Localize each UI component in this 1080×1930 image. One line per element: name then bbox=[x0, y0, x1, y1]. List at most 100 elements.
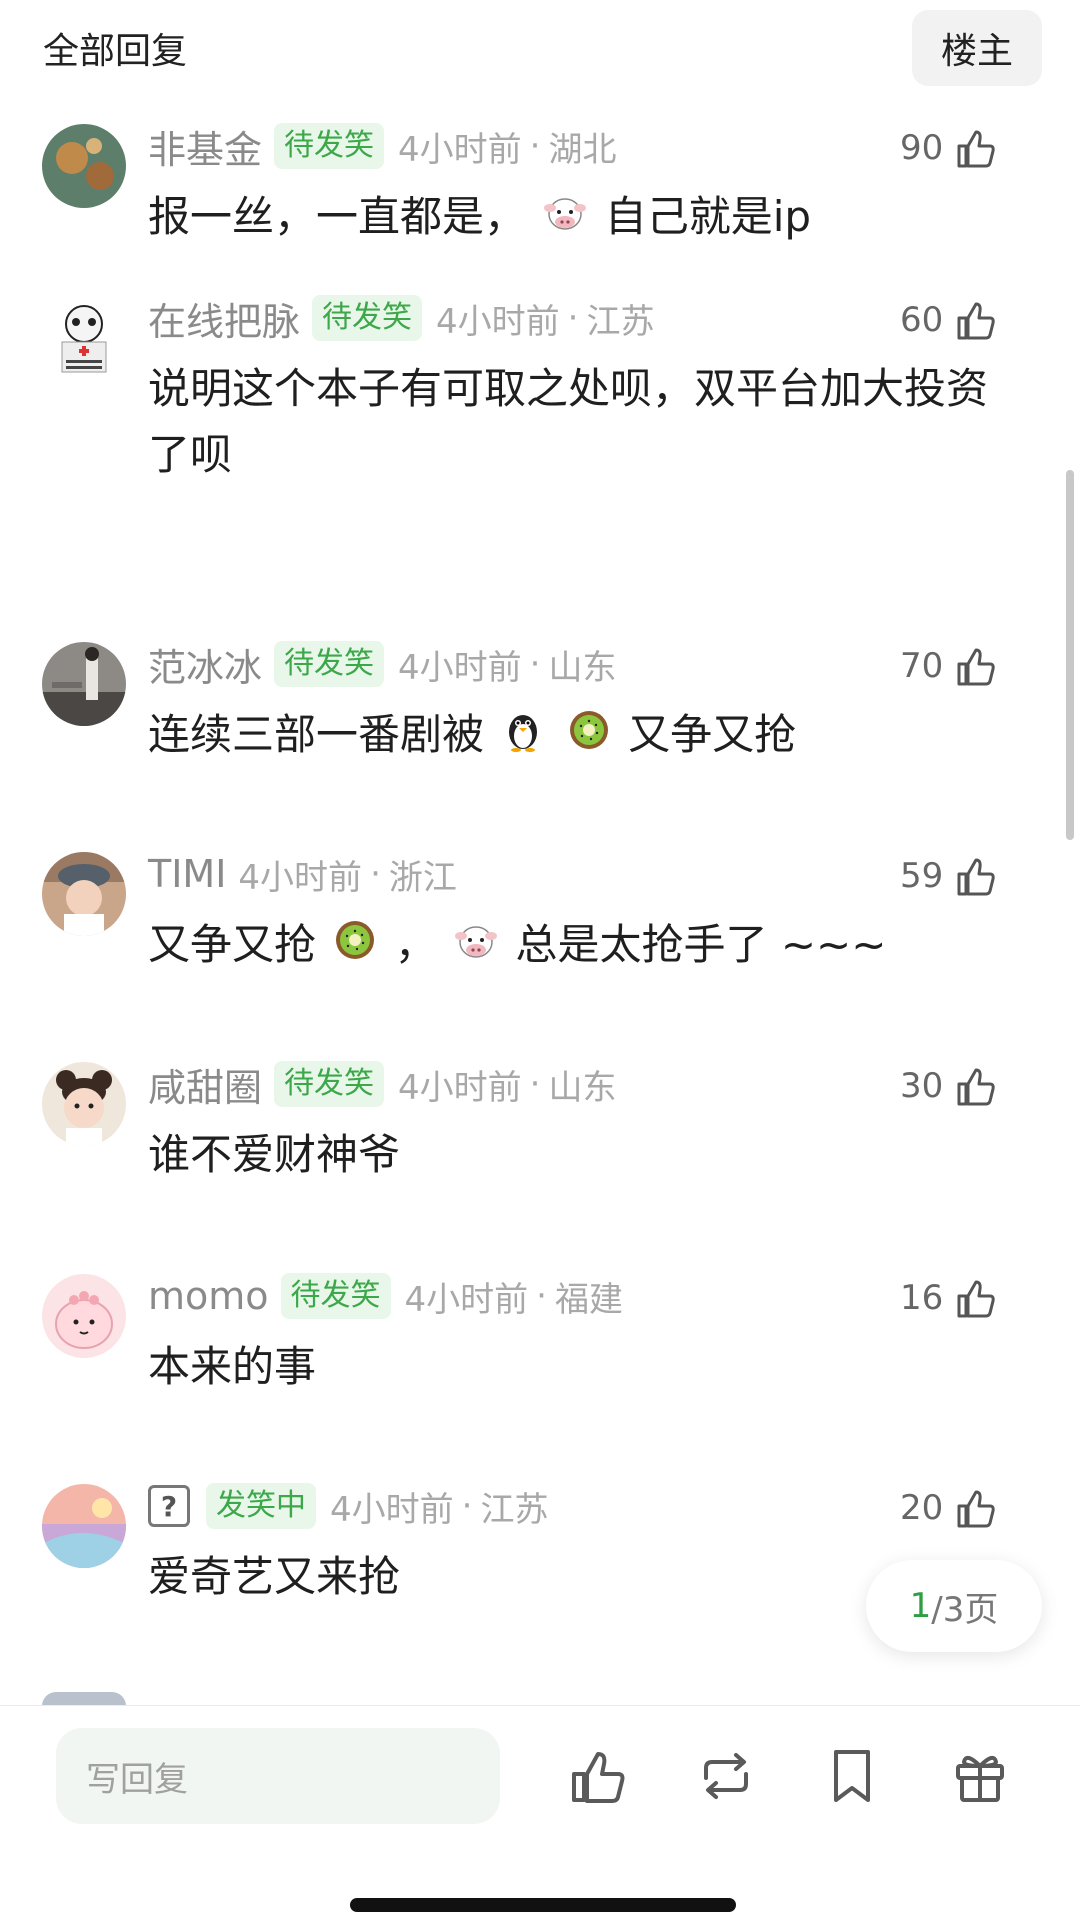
current-page: 1 bbox=[909, 1586, 932, 1626]
location: 江苏 bbox=[586, 301, 655, 342]
kiwi-emoji bbox=[567, 705, 611, 771]
bookmark-icon bbox=[834, 1750, 870, 1802]
location: 山东 bbox=[548, 1067, 617, 1108]
avatar[interactable] bbox=[42, 642, 126, 726]
unknown-user-icon[interactable]: ? bbox=[148, 1485, 190, 1527]
comment-item[interactable]: 范冰冰 待发笑 4小时前 · 山东 70 连续三部一番剧被 又争又抢 bbox=[0, 638, 1080, 778]
like-count: 30 bbox=[900, 1066, 944, 1106]
avatar[interactable] bbox=[42, 1274, 126, 1358]
penguin-emoji bbox=[501, 705, 545, 771]
comment-meta: momo 待发笑 4小时前 · 福建 bbox=[148, 1270, 623, 1322]
like-count: 70 bbox=[900, 646, 944, 686]
thumbs-up-icon bbox=[572, 1752, 625, 1803]
location: 福建 bbox=[554, 1279, 623, 1320]
separator-dot: · bbox=[536, 1276, 547, 1316]
scrollbar[interactable] bbox=[1066, 470, 1074, 840]
thumbs-up-icon bbox=[957, 130, 995, 168]
comment-item[interactable]: momo 待发笑 4小时前 · 福建 16 本来的事 bbox=[0, 1270, 1080, 1410]
gift-icon bbox=[956, 1755, 1004, 1802]
thumbs-up-icon bbox=[957, 1490, 995, 1528]
home-indicator[interactable] bbox=[350, 1898, 736, 1912]
like-count: 59 bbox=[900, 856, 944, 896]
location: 湖北 bbox=[548, 129, 617, 170]
like-button[interactable]: 60 bbox=[900, 292, 997, 348]
avatar[interactable] bbox=[42, 1484, 126, 1568]
status-badge: 待发笑 bbox=[312, 295, 423, 341]
comment-meta: TIMI 4小时前 · 浙江 bbox=[148, 848, 457, 900]
separator-dot: · bbox=[567, 298, 579, 338]
username[interactable]: 咸甜圈 bbox=[148, 1057, 262, 1112]
page-indicator[interactable]: 1/3页 bbox=[866, 1560, 1042, 1652]
kiwi-emoji bbox=[333, 915, 377, 981]
comment-text: 连续三部一番剧被 又争又抢 bbox=[148, 702, 1028, 771]
status-badge: 待发笑 bbox=[274, 641, 385, 687]
location: 江苏 bbox=[480, 1489, 549, 1530]
owner-only-button[interactable]: 楼主 bbox=[912, 10, 1042, 86]
like-button[interactable]: 20 bbox=[900, 1480, 997, 1536]
username[interactable]: 在线把脉 bbox=[148, 291, 300, 346]
status-badge: 待发笑 bbox=[274, 123, 385, 169]
status-badge: 待发笑 bbox=[280, 1273, 391, 1319]
all-replies-title: 全部回复 bbox=[43, 31, 188, 72]
header: 全部回复 楼主 bbox=[0, 0, 1080, 110]
repost-button[interactable] bbox=[694, 1744, 758, 1808]
avatar[interactable] bbox=[42, 124, 126, 208]
separator-dot: · bbox=[370, 854, 381, 894]
location: 山东 bbox=[548, 647, 617, 688]
like-count: 16 bbox=[900, 1278, 944, 1318]
timestamp: 4小时前 bbox=[404, 1279, 529, 1320]
text-segment: 又争又抢 bbox=[148, 920, 317, 969]
cow-face-emoji bbox=[454, 915, 498, 981]
comment-meta: 在线把脉 待发笑 4小时前 · 江苏 bbox=[148, 292, 654, 344]
like-button[interactable]: 30 bbox=[900, 1058, 997, 1114]
bottom-action-bar: 写回复 bbox=[0, 1705, 1080, 1930]
cow-face-emoji bbox=[543, 187, 587, 253]
comment-text: 又争又抢 ， 总是太抢手了 ~~~ bbox=[148, 912, 1028, 981]
avatar[interactable] bbox=[42, 1692, 126, 1706]
like-button[interactable]: 59 bbox=[900, 848, 997, 904]
total-pages: /3页 bbox=[931, 1589, 999, 1630]
comment-text: 谁不爱财神爷 bbox=[148, 1130, 401, 1179]
status-badge: 待发笑 bbox=[274, 1061, 385, 1107]
comment-item[interactable]: TIMI 4小时前 · 浙江 59 又争又抢 ， 总是太抢手了 ~~~ bbox=[0, 848, 1080, 988]
comment-text: 报一丝，一直都是， 自己就是ip bbox=[148, 184, 1028, 253]
comment-meta: 非基金 待发笑 4小时前 · 湖北 bbox=[148, 120, 616, 172]
comment-meta: ? 发笑中 4小时前 · 江苏 bbox=[148, 1480, 548, 1532]
repost-icon bbox=[704, 1753, 748, 1799]
like-button[interactable]: 16 bbox=[900, 1270, 997, 1326]
like-action-button[interactable] bbox=[566, 1744, 630, 1808]
gift-button[interactable] bbox=[948, 1744, 1012, 1808]
thumbs-up-icon bbox=[957, 858, 995, 896]
like-button[interactable]: 90 bbox=[900, 120, 997, 176]
timestamp: 4小时前 bbox=[398, 647, 522, 688]
comment-text: 本来的事 bbox=[148, 1342, 317, 1391]
text-segment: 总是太抢手了 ~~~ bbox=[515, 920, 887, 969]
like-count: 90 bbox=[900, 128, 944, 168]
like-count: 20 bbox=[900, 1488, 944, 1528]
comment-meta: 咸甜圈 待发笑 4小时前 · 山东 bbox=[148, 1058, 616, 1110]
username[interactable]: TIMI bbox=[148, 852, 226, 896]
comment-item[interactable]: 非基金 待发笑 4小时前 · 湖北 90 报一丝，一直都是， 自己就是ip bbox=[0, 120, 1080, 260]
timestamp: 4小时前 bbox=[398, 1067, 522, 1108]
comment-item[interactable]: 在线把脉 待发笑 4小时前 · 江苏 60 说明这个本子有可取之处呗，双平台加大… bbox=[0, 292, 1080, 492]
comment-item[interactable]: 咸甜圈 待发笑 4小时前 · 山东 30 谁不爱财神爷 bbox=[0, 1058, 1080, 1198]
reply-input[interactable]: 写回复 bbox=[56, 1728, 500, 1824]
like-button[interactable]: 70 bbox=[900, 638, 997, 694]
thumbs-up-icon bbox=[957, 648, 995, 686]
text-segment: 报一丝，一直都是， bbox=[148, 192, 527, 241]
timestamp: 4小时前 bbox=[238, 857, 363, 898]
timestamp: 4小时前 bbox=[330, 1489, 454, 1530]
avatar[interactable] bbox=[42, 852, 126, 936]
username[interactable]: 非基金 bbox=[148, 119, 262, 174]
username[interactable]: 范冰冰 bbox=[148, 637, 262, 692]
thumbs-up-icon bbox=[957, 1280, 995, 1318]
location: 浙江 bbox=[388, 857, 457, 898]
comment-text: 说明这个本子有可取之处呗，双平台加大投资了呗 bbox=[148, 364, 989, 479]
avatar[interactable] bbox=[42, 1062, 126, 1146]
timestamp: 4小时前 bbox=[436, 301, 560, 342]
username[interactable]: momo bbox=[148, 1274, 269, 1318]
like-count: 60 bbox=[900, 300, 944, 340]
bookmark-button[interactable] bbox=[820, 1744, 884, 1808]
avatar[interactable] bbox=[42, 296, 126, 380]
thumbs-up-icon bbox=[957, 302, 995, 340]
